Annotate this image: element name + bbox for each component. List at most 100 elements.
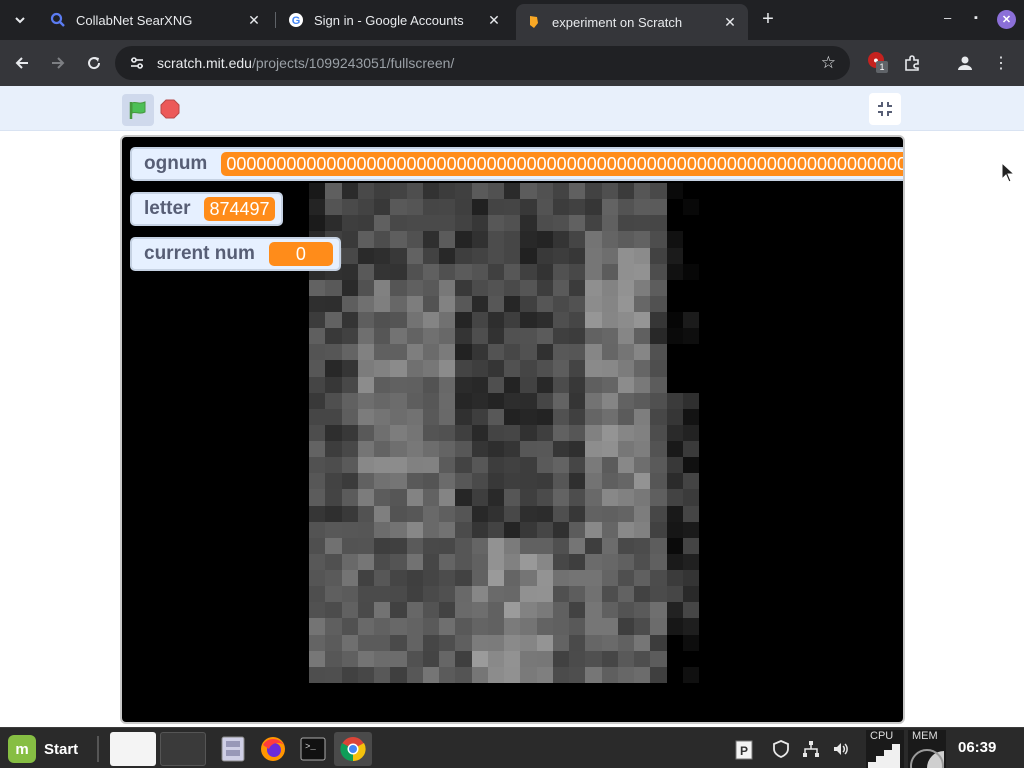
sprite-pixel [471,328,488,345]
forward-button[interactable] [46,51,70,75]
sprite-pixel [682,312,699,329]
scratch-stage[interactable]: ognum 0000000000000000000000000000000000… [120,135,905,724]
menu-kebab-icon[interactable]: ⋮ [990,52,1012,74]
sprite-pixel [406,537,423,554]
sprite-pixel [439,344,456,361]
close-icon[interactable]: ✕ [246,12,262,28]
sprite-pixel [617,279,634,296]
sprite-pixel [617,392,634,409]
sprite-pixel [569,666,586,683]
sprite-pixel [536,183,553,200]
sprite-pixel [487,279,504,296]
tab-scratch[interactable]: experiment on Scratch ✕ [516,4,748,40]
sprite-pixel [666,634,683,651]
new-tab-button[interactable]: + [757,8,779,30]
sprite-pixel [682,408,699,425]
stop-button[interactable] [160,99,180,119]
profile-avatar-icon[interactable] [954,52,976,74]
terminal-button[interactable]: >_ [294,732,332,766]
sprite-pixel [634,199,651,216]
sprite-pixel [455,602,472,619]
network-tray-icon[interactable] [800,738,822,760]
tab-google-sign-in[interactable]: G Sign in - Google Accounts ✕ [278,4,512,36]
memory-monitor-widget[interactable]: MEM [908,730,946,768]
start-menu-button[interactable]: m Start [8,734,78,764]
sprite-pixel [552,312,569,329]
sprite-pixel [666,408,683,425]
sprite-pixel [617,183,634,200]
sprite-pixel [536,441,553,458]
sprite-pixel [536,231,553,248]
file-manager-button[interactable] [214,732,252,766]
sprite-pixel [504,666,521,683]
sprite-pixel [325,457,342,474]
volume-tray-icon[interactable] [830,738,852,760]
sprite-pixel [601,344,618,361]
site-info-icon[interactable] [129,55,145,71]
cpu-monitor-widget[interactable]: CPU [866,730,904,768]
sprite-pixel [617,505,634,522]
sprite-pixel [439,602,456,619]
reload-button[interactable] [82,51,106,75]
sprite-pixel [650,521,667,538]
sprite-pixel [504,247,521,264]
sprite-pixel [666,199,683,216]
green-flag-button[interactable] [122,94,154,126]
sprite-pixel [666,457,683,474]
exit-fullscreen-button[interactable] [869,93,901,125]
sprite-pixel [406,618,423,635]
url-text: scratch.mit.edu/projects/1099243051/full… [157,55,454,71]
clock[interactable]: 06:39 [958,739,996,756]
tab-searxng[interactable]: CollabNet SearXNG ✕ [40,4,272,36]
sprite-pixel [504,634,521,651]
sprite-pixel [439,231,456,248]
sprite-pixel [390,231,407,248]
sprite-pixel [585,618,602,635]
close-icon[interactable]: ✕ [486,12,502,28]
workspace-1-button[interactable] [110,732,156,766]
maximize-button[interactable]: ▪ [974,12,978,24]
sprite-pixel [569,199,586,216]
workspace-2-button[interactable] [160,732,206,766]
back-button[interactable] [10,51,34,75]
sprite-pixel [634,279,651,296]
sprite-pixel [439,634,456,651]
window-close-button[interactable]: ✕ [997,10,1016,29]
sprite-pixel [666,312,683,329]
clipboard-tray-icon[interactable]: P [733,738,755,760]
sprite-pixel [487,634,504,651]
sprite-pixel [455,441,472,458]
address-bar[interactable]: scratch.mit.edu/projects/1099243051/full… [115,46,850,80]
sprite-pixel [682,392,699,409]
monitor-label: current num [144,243,255,264]
sprite-pixel [455,457,472,474]
sprite-pixel [341,408,358,425]
extension-ublock-button[interactable]: ● 1 [868,52,888,74]
tab-search-button[interactable] [8,8,32,32]
close-icon[interactable]: ✕ [722,14,738,30]
sprite-pixel [374,376,391,393]
bookmark-star-icon[interactable]: ☆ [821,53,836,73]
sprite-pixel [682,521,699,538]
svg-text:>_: >_ [305,742,316,752]
firefox-button[interactable] [254,732,292,766]
sprite-pixel [390,618,407,635]
sprite-pixel [617,441,634,458]
sprite-pixel [309,553,326,571]
sprite-pixel [634,505,651,522]
shield-tray-icon[interactable] [770,738,792,760]
sprite-pixel [634,295,651,313]
sprite-pixel [650,392,667,409]
sprite-pixel [439,505,456,522]
sprite-pixel [504,376,521,393]
extensions-puzzle-icon[interactable] [901,52,923,74]
minimize-button[interactable]: – [944,10,951,25]
sprite-pixel [357,312,374,329]
sprite-pixel [666,344,683,361]
sprite-pixel [552,183,569,200]
sprite-pixel [650,602,667,619]
chrome-button[interactable] [334,732,372,766]
sprite-pixel [552,553,569,571]
sprite-pixel [406,392,423,409]
sprite-pixel [536,344,553,361]
